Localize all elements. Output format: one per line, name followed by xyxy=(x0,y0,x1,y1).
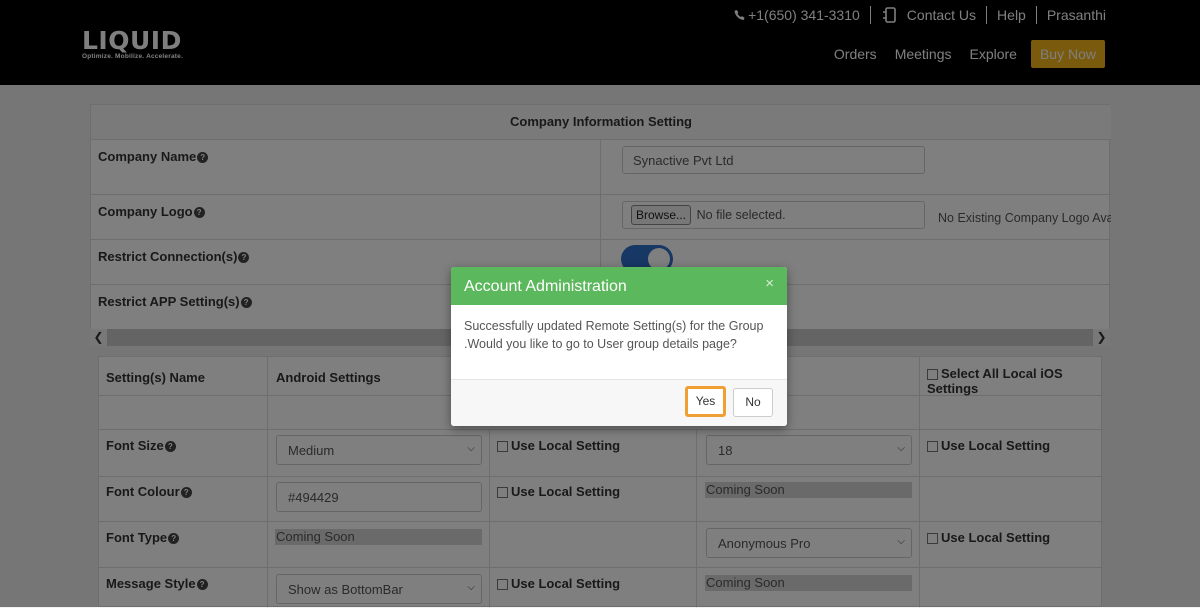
dialog-message-line: Successfully updated Remote Setting(s) f… xyxy=(464,319,764,333)
yes-button[interactable]: Yes xyxy=(685,386,726,417)
dialog-header: Account Administration × xyxy=(451,267,787,305)
account-administration-dialog: Account Administration × Successfully up… xyxy=(451,267,787,426)
dialog-title: Account Administration xyxy=(464,278,627,295)
close-icon[interactable]: × xyxy=(765,275,774,292)
dialog-message: Successfully updated Remote Setting(s) f… xyxy=(464,317,774,353)
dialog-message-line: .Would you like to go to User group deta… xyxy=(464,337,737,351)
no-button[interactable]: No xyxy=(733,388,773,417)
